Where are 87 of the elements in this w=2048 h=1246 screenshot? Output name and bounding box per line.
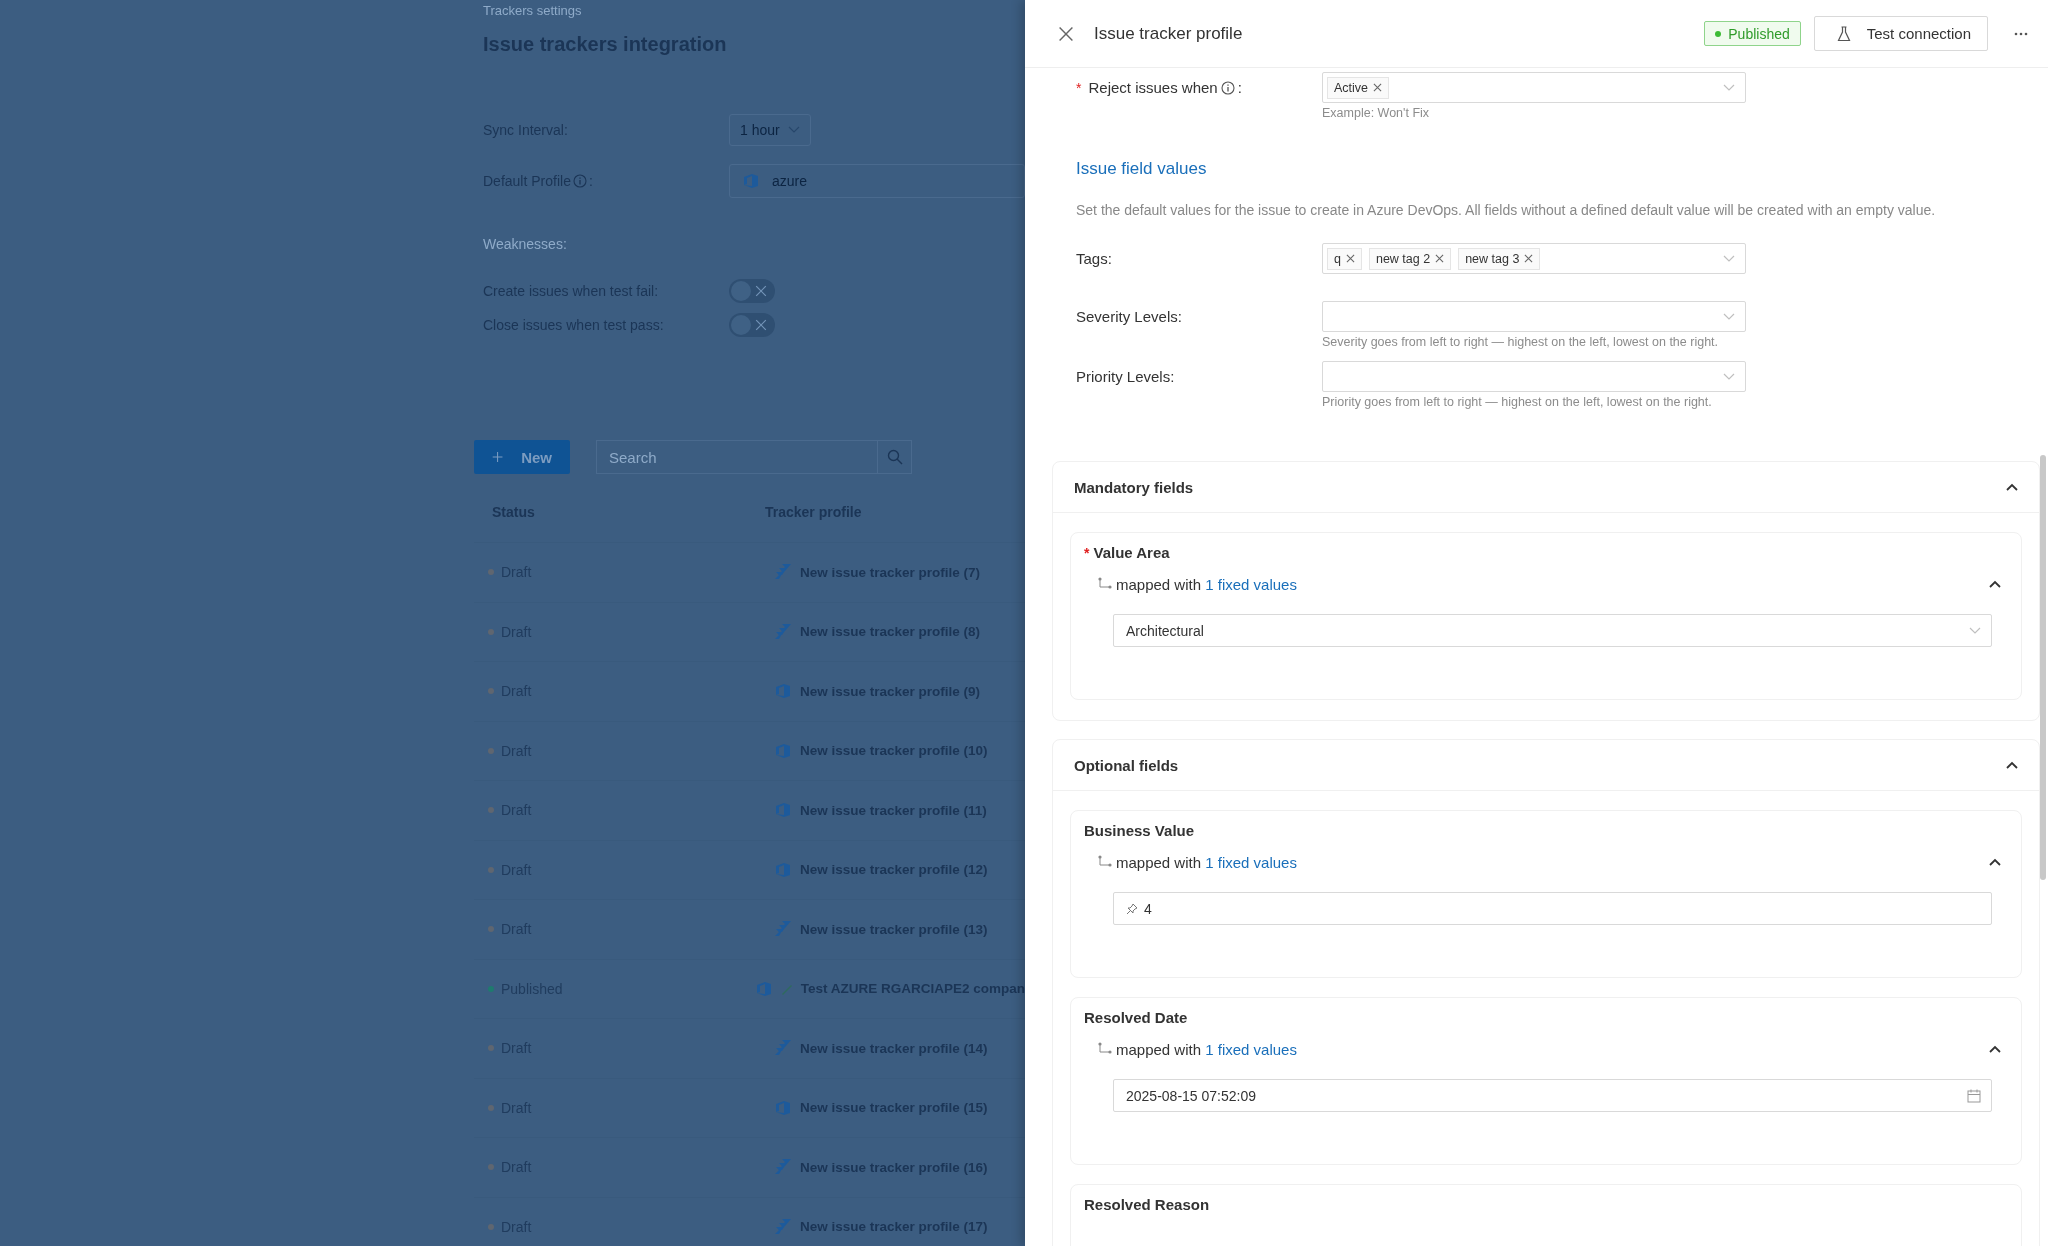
more-icon[interactable] bbox=[2014, 31, 2028, 36]
stacked-arrows-icon bbox=[774, 563, 792, 582]
section-description: Set the default values for the issue to create in Azure DevOps. All fields without a defined default value will be created with an empty value. bbox=[1076, 202, 1937, 220]
remove-icon[interactable] bbox=[1435, 254, 1445, 263]
label-colon: : bbox=[1237, 79, 1242, 96]
connector-icon bbox=[1098, 577, 1112, 591]
remove-icon[interactable] bbox=[1345, 254, 1355, 263]
scrollbar[interactable] bbox=[2040, 455, 2046, 880]
stacked-arrows-icon bbox=[774, 622, 792, 641]
close-icon[interactable] bbox=[1058, 25, 1074, 42]
status-badge: Published bbox=[1704, 21, 1801, 46]
fixed-values-link[interactable]: 1 fixed values bbox=[1205, 853, 1297, 871]
field-label: Priority Levels: bbox=[1076, 368, 1175, 385]
flask-icon bbox=[1836, 25, 1851, 42]
section-heading: Issue field values bbox=[1076, 159, 1208, 180]
field-label: Severity Levels: bbox=[1076, 308, 1182, 325]
field-hint: Severity goes from left to right — highest on the left, lowest on the right. bbox=[1322, 335, 1720, 350]
connector-icon bbox=[1098, 855, 1112, 869]
section-label: Weaknesses: bbox=[482, 235, 568, 254]
info-icon bbox=[572, 174, 587, 188]
pin-icon bbox=[1126, 902, 1138, 915]
tag-chip: new tag 2 bbox=[1368, 247, 1452, 270]
field-hint: Example: Won't Fix bbox=[1322, 106, 1431, 121]
date-field[interactable]: 2025-08-15 07:52:09 bbox=[1113, 1079, 1992, 1112]
search-field[interactable]: Search bbox=[596, 440, 878, 474]
bracket-icon bbox=[774, 741, 792, 760]
info-icon bbox=[1220, 80, 1235, 95]
profile-select[interactable]: azure bbox=[729, 164, 1025, 198]
value-select[interactable]: Architectural bbox=[1113, 614, 1992, 647]
tag-chip: new tag 3 bbox=[1458, 247, 1541, 270]
stacked-arrows-icon bbox=[774, 1217, 792, 1236]
remove-icon[interactable] bbox=[1373, 83, 1383, 92]
tag-chip: q bbox=[1327, 247, 1362, 270]
chevron-down-icon bbox=[1969, 626, 1981, 635]
chevron-up-icon[interactable] bbox=[2006, 761, 2018, 769]
stacked-arrows-icon bbox=[774, 920, 792, 939]
mapping-text: mapped with 1 fixed values bbox=[1116, 1040, 1297, 1058]
calendar-icon[interactable] bbox=[1967, 1088, 1981, 1103]
test-connection-button[interactable]: Test connection bbox=[1813, 16, 1988, 51]
bracket-icon bbox=[774, 801, 792, 820]
chevron-up-icon[interactable] bbox=[1989, 1045, 2001, 1053]
chevron-up-icon[interactable] bbox=[2006, 483, 2018, 491]
field-title: Value Area bbox=[1093, 544, 1170, 561]
chevron-down-icon bbox=[1723, 83, 1735, 92]
chevron-up-icon[interactable] bbox=[1989, 858, 2001, 866]
bracket-icon bbox=[774, 682, 792, 701]
value-field[interactable]: 4 bbox=[1113, 892, 1992, 925]
chevron-down-icon bbox=[1723, 312, 1735, 321]
multi-select[interactable]: q new tag 2 new tag 3 bbox=[1322, 243, 1746, 274]
interval-select[interactable]: 1 hour bbox=[729, 114, 811, 146]
cross-icon bbox=[755, 285, 767, 297]
fixed-values-link[interactable]: 1 fixed values bbox=[1205, 1040, 1297, 1058]
required-asterisk: * bbox=[1076, 79, 1082, 96]
chevron-up-icon[interactable] bbox=[1989, 580, 2001, 588]
mapping-text: mapped with 1 fixed values bbox=[1116, 575, 1297, 593]
toggle-switch[interactable] bbox=[729, 279, 775, 303]
stacked-arrows-icon bbox=[774, 1039, 792, 1058]
bracket-icon bbox=[774, 860, 792, 879]
section-title: Mandatory fields bbox=[1074, 478, 1194, 496]
toggle-switch[interactable] bbox=[729, 313, 775, 337]
required-asterisk: * bbox=[1084, 544, 1090, 561]
bracket-icon bbox=[774, 1098, 792, 1117]
chevron-down-icon bbox=[1723, 254, 1735, 263]
cross-icon bbox=[755, 319, 767, 331]
stacked-arrows-icon bbox=[774, 1158, 792, 1177]
plus-icon bbox=[492, 449, 504, 465]
mapping-text: mapped with 1 fixed values bbox=[1116, 853, 1297, 871]
remove-icon[interactable] bbox=[1524, 254, 1534, 263]
field-title: Resolved Reason bbox=[1084, 1196, 1210, 1213]
new-button[interactable]: New bbox=[474, 440, 570, 474]
bracket-icon bbox=[742, 172, 760, 190]
field-label: Reject issues when bbox=[1088, 79, 1218, 96]
field-title: Business Value bbox=[1084, 822, 1195, 839]
fixed-values-link[interactable]: 1 fixed values bbox=[1205, 575, 1297, 593]
breadcrumb[interactable]: Trackers settings bbox=[474, 0, 1025, 19]
panel-title: Issue tracker profile bbox=[1094, 23, 1244, 44]
connector-icon bbox=[1098, 1042, 1112, 1056]
multi-select[interactable]: Active bbox=[1322, 72, 1746, 103]
field-title: Resolved Date bbox=[1084, 1009, 1188, 1026]
search-icon bbox=[886, 449, 903, 465]
bracket-icon bbox=[754, 979, 773, 998]
field-label: Tags: bbox=[1076, 250, 1112, 267]
chevron-down-icon bbox=[1723, 372, 1735, 381]
section-title: Optional fields bbox=[1074, 756, 1179, 774]
field-hint: Priority goes from left to right — highest on the left, lowest on the right. bbox=[1322, 395, 1713, 410]
label-colon: : bbox=[588, 173, 593, 189]
tag-chip: Active bbox=[1327, 76, 1390, 99]
